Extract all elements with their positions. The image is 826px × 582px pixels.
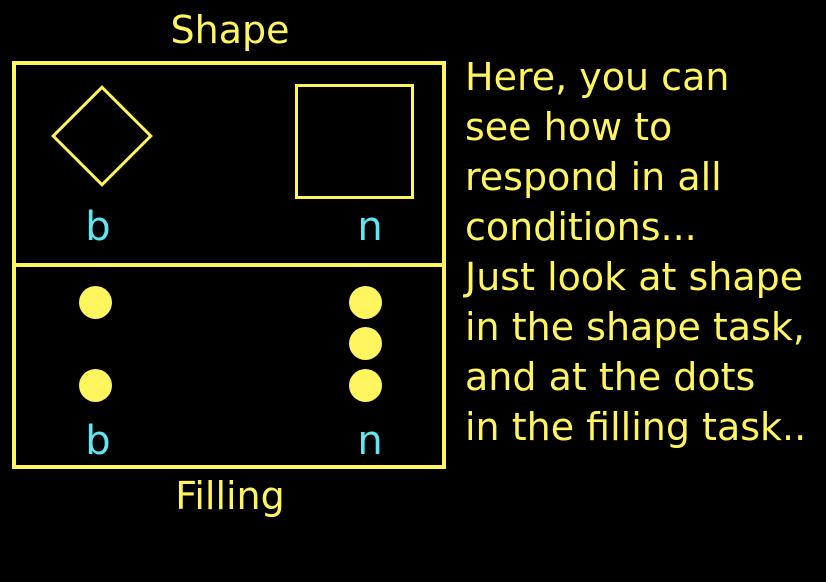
instruction-line: conditions... [465,205,697,249]
instruction-line: respond in all [465,155,722,199]
dot-icon [349,286,382,319]
dot-icon [79,286,112,319]
instruction-line: and at the dots [465,355,756,399]
instruction-screen: Shape b n b n Filling Here, you can see … [0,0,826,582]
shape-panel: b n [12,61,446,267]
shape-heading: Shape [170,8,290,52]
instruction-line: Here, you can [465,55,730,99]
dot-icon [79,369,112,402]
filling-heading: Filling [175,474,285,518]
dot-icon [349,327,382,360]
filling-left-key: b [85,418,111,464]
filling-panel: b n [12,263,446,469]
shape-right-key: n [357,204,383,250]
instruction-line: in the filling task.. [465,405,807,449]
diamond-icon [51,85,153,187]
instruction-line: see how to [465,105,673,149]
instruction-line: Just look at shape [465,255,804,299]
instruction-line: in the shape task, [465,305,805,349]
dot-icon [349,369,382,402]
instruction-text: Here, you can see how to respond in all … [465,52,826,452]
filling-right-key: n [357,418,383,464]
shape-left-key: b [85,204,111,250]
square-icon [295,84,414,199]
